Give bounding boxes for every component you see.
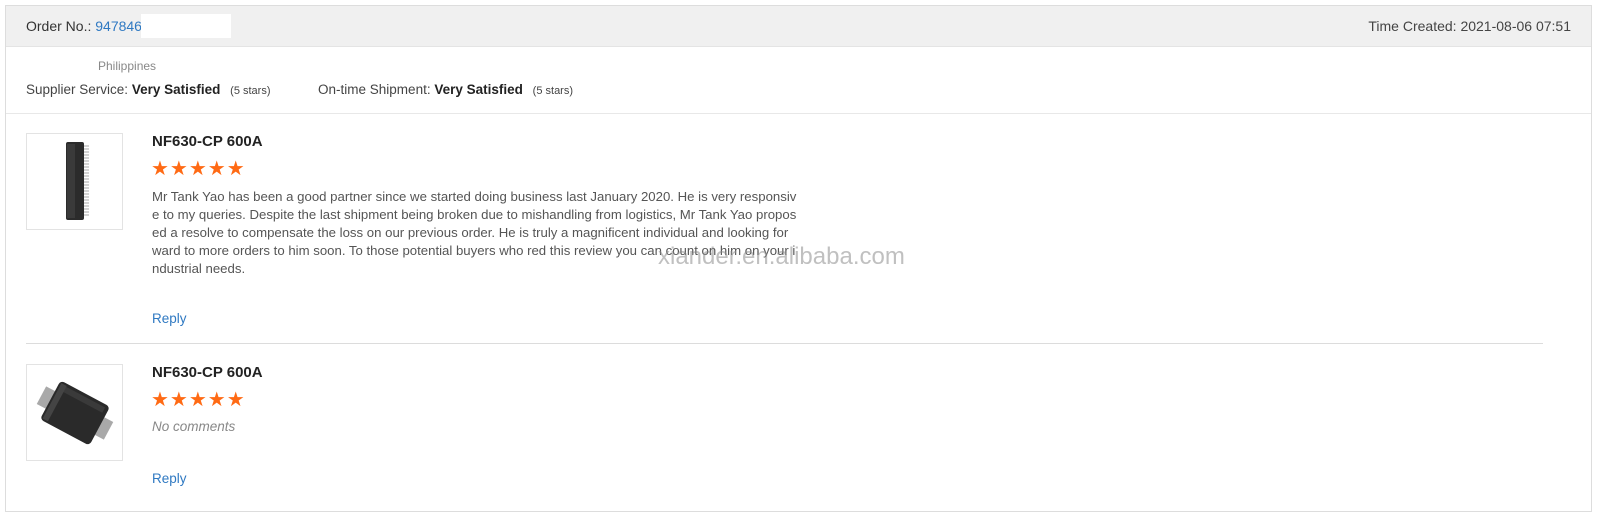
reply-link[interactable]: Reply: [152, 311, 187, 326]
supplier-service-stars: (5 stars): [230, 85, 271, 97]
order-review-card: Order No.: 9478463 Time Created: 2021-08…: [5, 5, 1592, 512]
review-separator: [26, 343, 1543, 344]
smd-diode-icon: [36, 381, 114, 445]
time-created: Time Created: 2021-08-06 07:51: [1368, 18, 1571, 34]
supplier-service-value: Very Satisfied: [131, 82, 221, 97]
rating-stars: ★★★★★: [151, 389, 246, 411]
shipment-label: On-time Shipment:: [318, 82, 431, 97]
reply-link[interactable]: Reply: [152, 471, 187, 486]
order-header: Order No.: 9478463 Time Created: 2021-08…: [6, 6, 1591, 47]
order-number-label: Order No.:: [26, 18, 92, 34]
shipment-value: Very Satisfied: [434, 82, 523, 97]
ratings-divider: [6, 113, 1591, 114]
dip-chip-icon: [66, 142, 89, 220]
supplier-service-label: Supplier Service:: [26, 82, 129, 97]
review-comment: Mr Tank Yao has been a good partner sinc…: [152, 189, 797, 276]
time-created-value: 2021-08-06 07:51: [1460, 18, 1571, 34]
product-image[interactable]: [26, 364, 123, 461]
overall-ratings: Supplier Service: Very Satisfied (5 star…: [26, 82, 573, 97]
redaction-block: [141, 14, 231, 38]
review-comment: No comments: [152, 419, 236, 434]
rating-stars: ★★★★★: [151, 158, 246, 180]
order-number-group: Order No.: 9478463: [26, 18, 150, 34]
product-name[interactable]: NF630-CP 600A: [152, 133, 263, 150]
review-item: NF630-CP 600A ★★★★★ Mr Tank Yao has been…: [26, 133, 1543, 333]
product-name[interactable]: NF630-CP 600A: [152, 364, 263, 381]
buyer-country: Philippines: [98, 59, 157, 73]
product-image[interactable]: [26, 133, 123, 230]
shipment-stars: (5 stars): [532, 85, 574, 97]
review-item: NF630-CP 600A ★★★★★ No comments Reply: [26, 364, 1543, 494]
time-created-label: Time Created:: [1368, 18, 1457, 34]
